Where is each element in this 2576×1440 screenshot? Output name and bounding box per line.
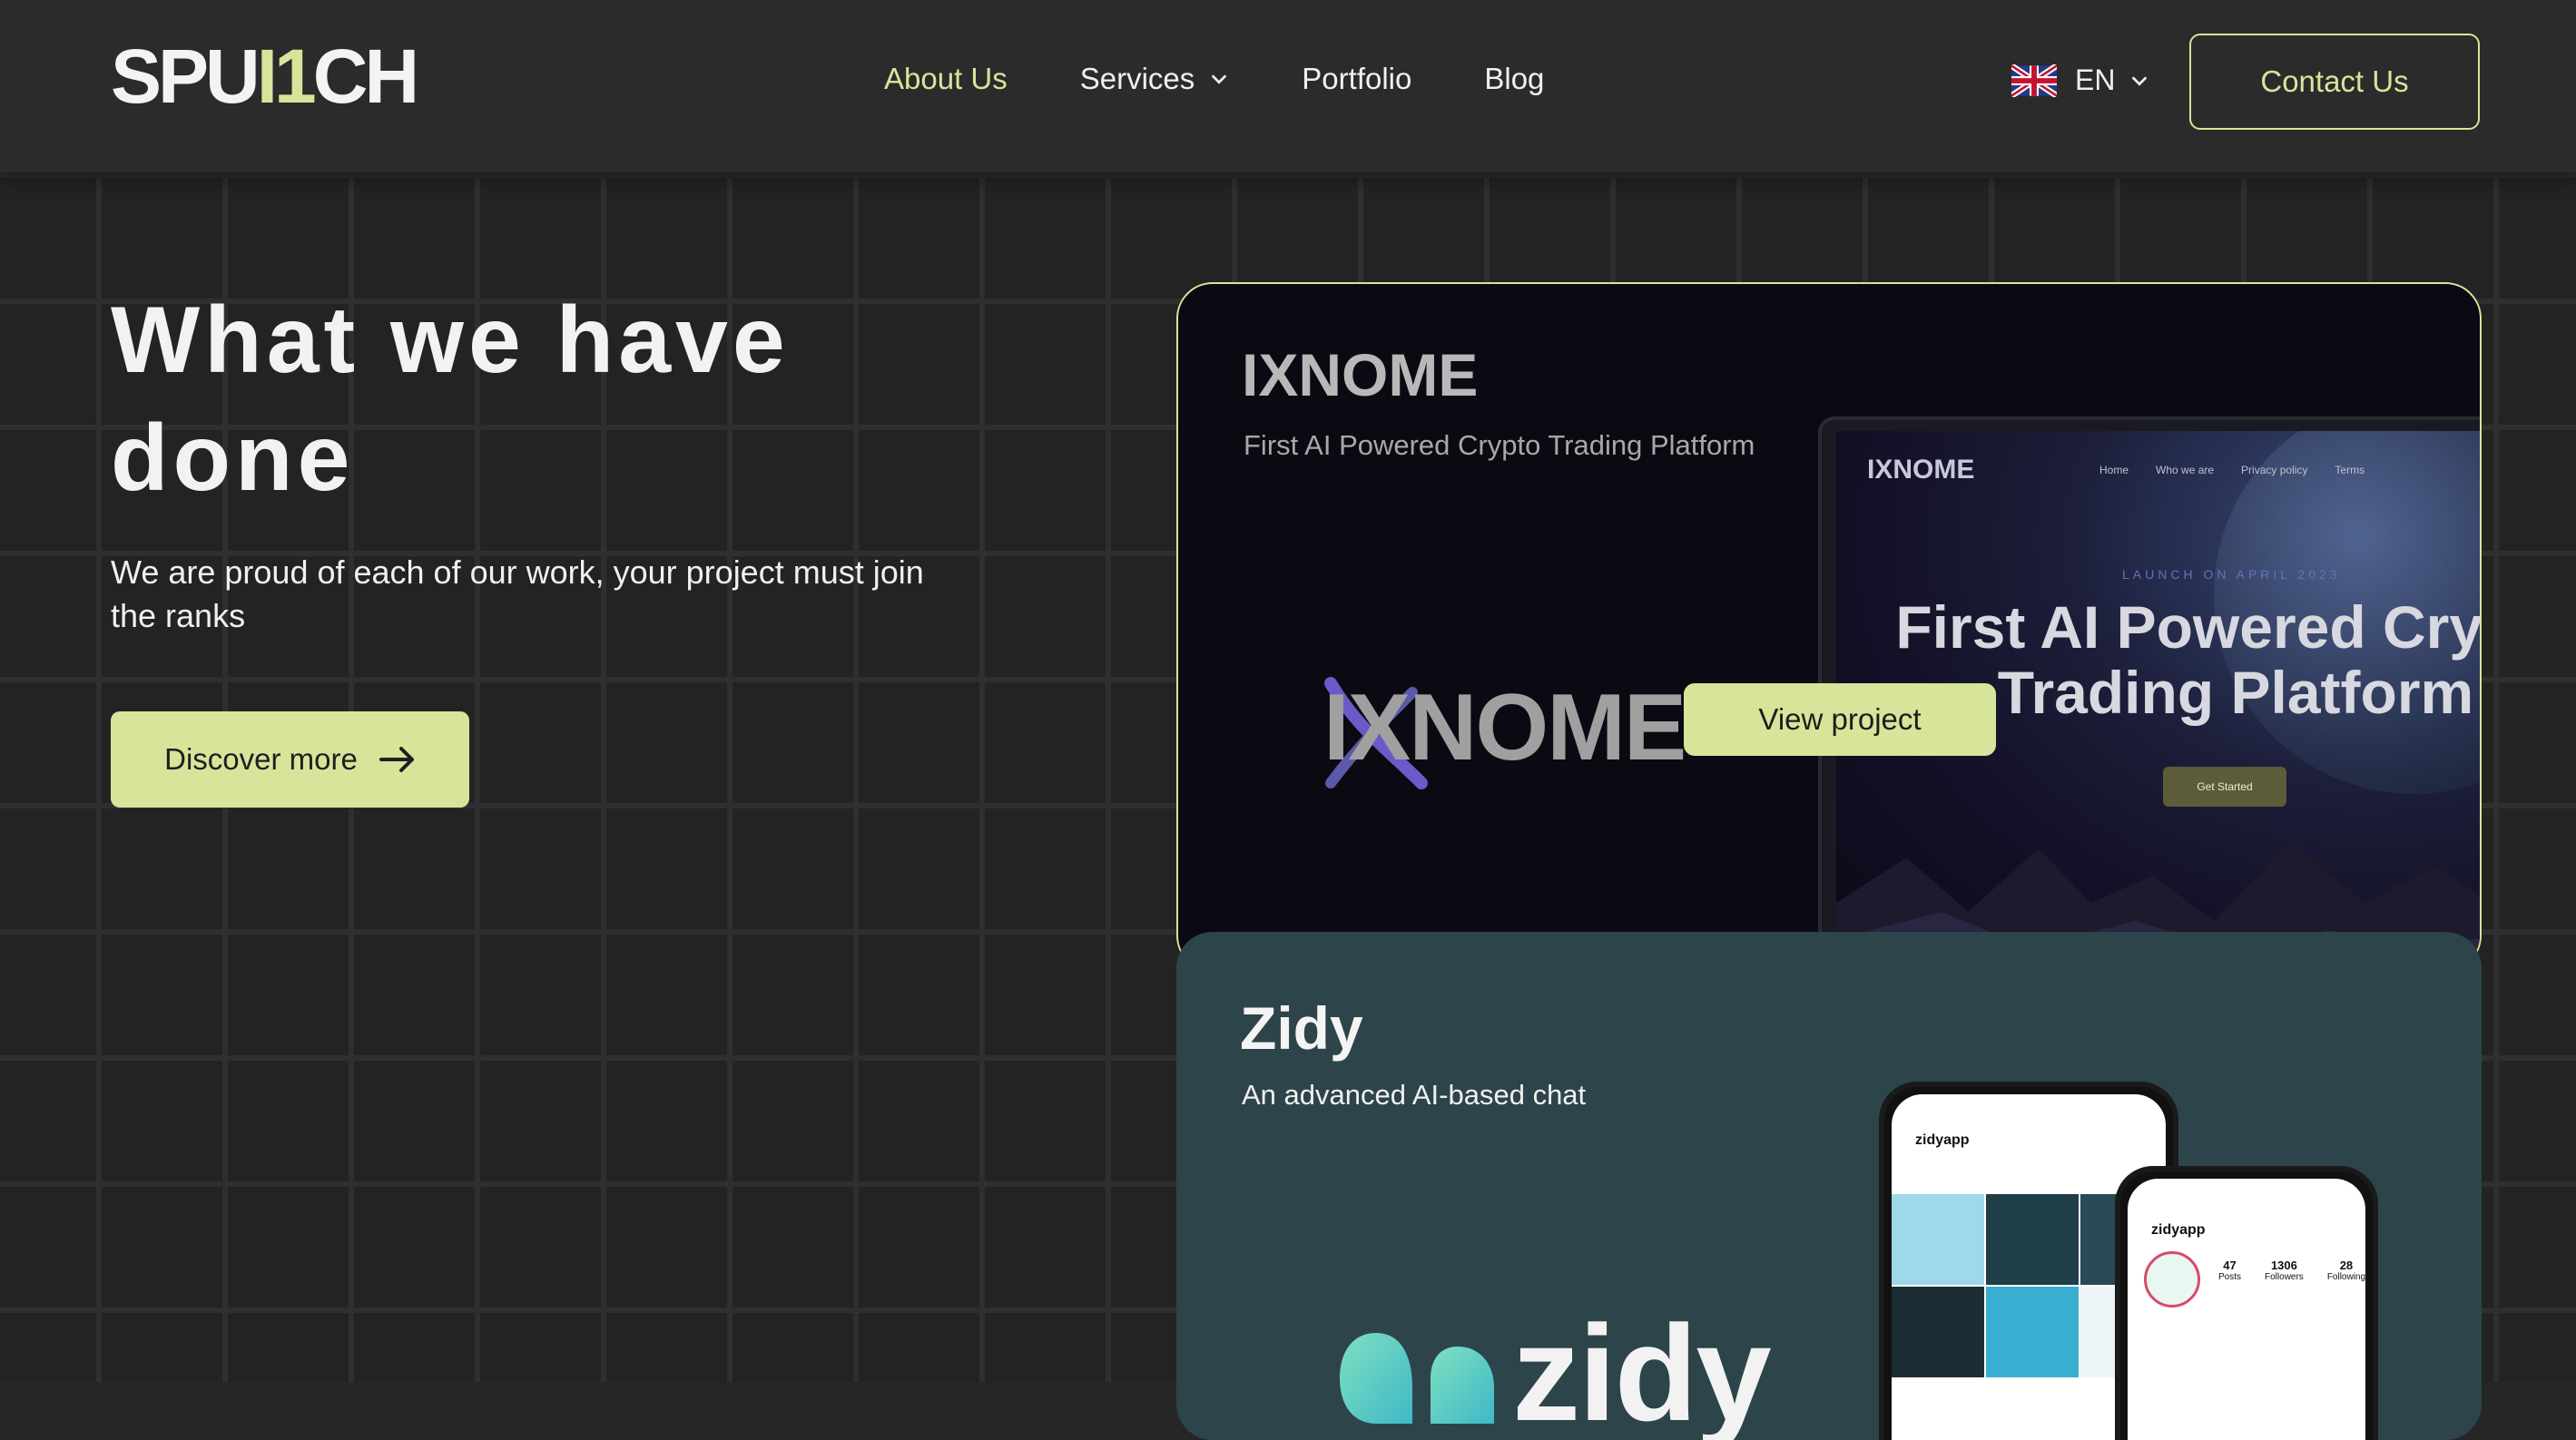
site-header: SPUI1CH About Us Services Portfolio Blog… xyxy=(0,0,2576,172)
view-project-button[interactable]: View project xyxy=(1684,683,1996,756)
ixnome-logo-text: IXNOME xyxy=(1323,675,1686,780)
main-nav: About Us Services Portfolio Blog xyxy=(884,62,1617,96)
contact-us-button[interactable]: Contact Us xyxy=(2189,34,2480,130)
language-selector[interactable]: EN xyxy=(2011,64,2149,97)
hero-title: What we have done xyxy=(111,288,790,511)
project-tagline: First AI Powered Crypto Trading Platform xyxy=(1244,429,1755,461)
project-tagline: An advanced AI-based chat xyxy=(1242,1079,1587,1111)
zidy-logo: zidy xyxy=(1340,1295,1772,1440)
arrow-right-icon xyxy=(379,747,414,772)
chevron-down-icon xyxy=(2132,75,2148,86)
nav-portfolio[interactable]: Portfolio xyxy=(1302,62,1411,96)
uk-flag-icon xyxy=(2011,64,2057,97)
project-card-zidy[interactable]: Zidy An advanced AI-based chat zidy zidy… xyxy=(1176,932,2482,1440)
project-title: IXNOME xyxy=(1242,341,1479,408)
discover-more-button[interactable]: Discover more xyxy=(111,711,469,808)
nav-services[interactable]: Services xyxy=(1080,62,1230,96)
project-title: Zidy xyxy=(1240,994,1363,1062)
hero-subtitle: We are proud of each of our work, your p… xyxy=(111,553,924,634)
zidy-preview-phone-2: zidyapp 47 Posts 1306 Followers 28 Followin… xyxy=(2115,1166,2378,1440)
nav-blog[interactable]: Blog xyxy=(1484,62,1544,96)
logo[interactable]: SPUI1CH xyxy=(111,38,419,114)
zidy-logo-mark xyxy=(1340,1332,1494,1424)
nav-about-us[interactable]: About Us xyxy=(884,62,1008,96)
chevron-down-icon xyxy=(1211,74,1227,84)
project-card-ixnome[interactable]: IXNOME First AI Powered Crypto Trading P… xyxy=(1176,282,2482,972)
